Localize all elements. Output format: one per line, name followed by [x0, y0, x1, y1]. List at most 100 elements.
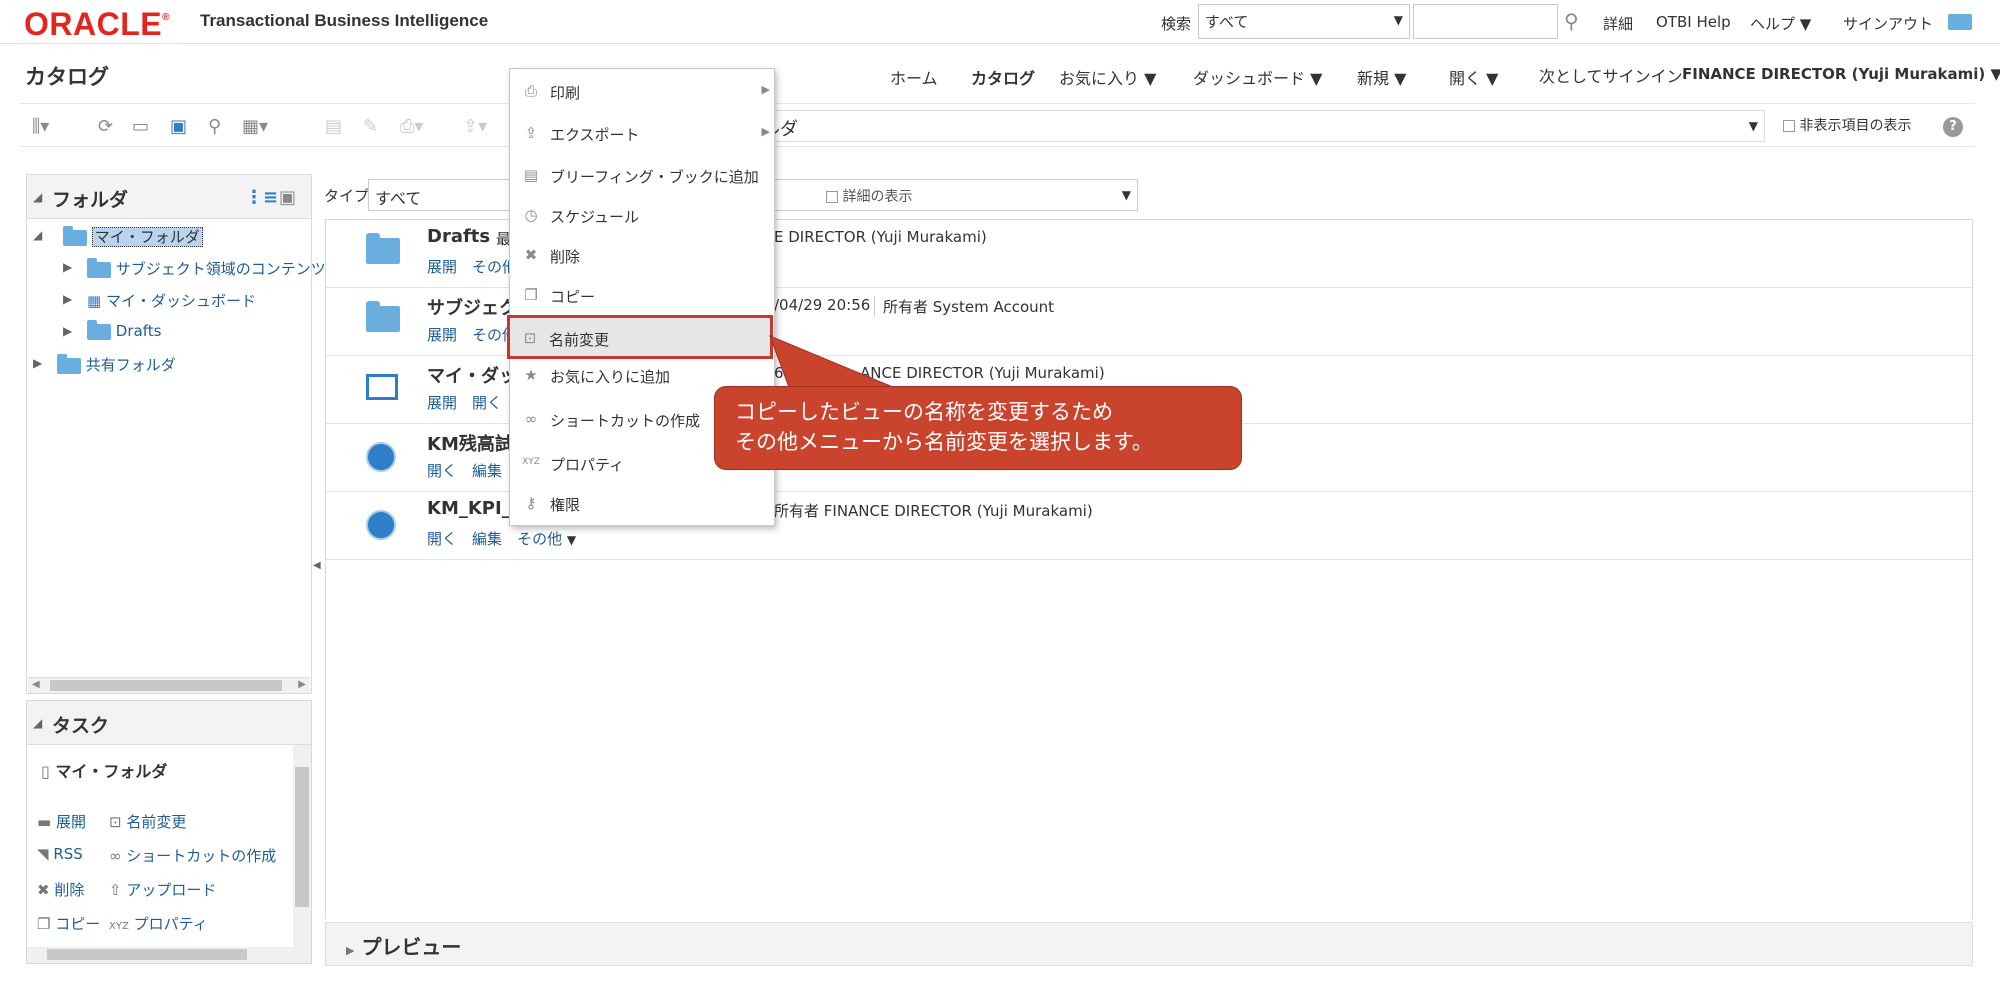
expand-icon[interactable]: ▶: [63, 292, 72, 306]
show-details-checkbox[interactable]: 詳細の表示: [826, 186, 912, 206]
expand-icon[interactable]: ▶: [346, 944, 354, 957]
folders-scrollbar[interactable]: ◀ ▶: [28, 677, 310, 693]
table-view-icon[interactable]: ▦▾: [242, 116, 268, 137]
checkbox-icon[interactable]: [1783, 120, 1795, 132]
signout-link[interactable]: サインアウト: [1843, 13, 1933, 34]
nav-dashboard[interactable]: ダッシュボード ▼: [1193, 65, 1322, 89]
search-input[interactable]: [1413, 4, 1558, 39]
find-icon[interactable]: ⚲: [208, 116, 221, 137]
menu-item-rename[interactable]: ⊡ 名前変更: [507, 315, 773, 359]
scroll-thumb[interactable]: [295, 767, 309, 907]
analysis-icon: [366, 442, 396, 472]
menu-item-permissions[interactable]: ⚷ 権限: [510, 485, 774, 521]
rename-icon: ⊡: [523, 329, 537, 347]
expand-link[interactable]: 展開: [427, 326, 457, 344]
expand-icon[interactable]: ▶: [63, 260, 72, 274]
dashboard-icon: ▦: [87, 292, 102, 310]
collapse-icon[interactable]: ◢: [33, 228, 42, 242]
menu-item-schedule[interactable]: ◷ スケジュール: [510, 197, 774, 233]
menu-item-delete[interactable]: ✖ 削除: [510, 237, 774, 273]
show-hidden-checkbox[interactable]: 非表示項目の表示: [1783, 115, 1911, 135]
checkbox-icon[interactable]: [826, 191, 838, 203]
new-folder-icon[interactable]: ▣: [279, 187, 296, 208]
open-link[interactable]: 開く: [427, 462, 457, 480]
tree-item-subject-area[interactable]: サブジェクト領域のコンテンツ: [87, 257, 326, 279]
task-expand[interactable]: ▬ 展開: [37, 811, 86, 832]
task-label: 展開: [55, 813, 86, 831]
scroll-left-icon[interactable]: ◀: [32, 679, 40, 690]
path-select[interactable]: ルダ ▼: [755, 110, 1765, 142]
menu-item-add-to-briefing-book[interactable]: ▤ ブリーフィング・ブックに追加: [510, 157, 774, 193]
tasks-vertical-scrollbar[interactable]: [293, 745, 311, 963]
collapse-icon[interactable]: ◢: [33, 190, 42, 204]
task-create-shortcut[interactable]: ∞ ショートカットの作成: [109, 845, 276, 866]
tree-item-my-folders[interactable]: マイ・フォルダ: [63, 225, 203, 247]
expand-icon[interactable]: ▶: [33, 356, 42, 370]
menu-item-print[interactable]: ⎙ 印刷 ▶: [510, 73, 774, 109]
search-scope-select[interactable]: すべて ▼: [1198, 4, 1410, 39]
tasks-panel: ◢ タスク ▯ マイ・フォルダ ▬ 展開 ⊡ 名前変更 ◥ RSS ∞ ショート…: [26, 700, 312, 964]
menu-label: ブリーフィング・ブックに追加: [550, 168, 759, 186]
menu-item-export[interactable]: ⇪ エクスポート ▶: [510, 115, 774, 151]
accessibility-icon[interactable]: [1948, 14, 1972, 30]
nav-open[interactable]: 開く ▼: [1449, 65, 1498, 89]
expand-link[interactable]: 展開: [427, 394, 457, 412]
tree-item-drafts[interactable]: Drafts: [87, 319, 161, 340]
open-link[interactable]: 開く: [472, 394, 502, 412]
collapse-panel-icon[interactable]: ◀: [313, 560, 321, 571]
preview-panel[interactable]: ▶ プレビュー: [325, 922, 1973, 966]
refresh-icon[interactable]: ⟳: [98, 116, 113, 137]
edit-link[interactable]: 編集: [472, 462, 502, 480]
archive-icon[interactable]: ▤: [325, 116, 342, 137]
export-icon[interactable]: ⇪▾: [463, 116, 487, 137]
expand-link[interactable]: 展開: [427, 258, 457, 276]
task-selected-label: マイ・フォルダ: [55, 762, 168, 781]
new-folder-icon[interactable]: ▭: [132, 116, 149, 137]
nav-catalog[interactable]: カタログ: [971, 65, 1035, 89]
menu-label: 削除: [550, 248, 581, 266]
scroll-thumb[interactable]: [47, 949, 247, 960]
otbi-help-link[interactable]: OTBI Help: [1656, 13, 1731, 31]
more-link[interactable]: その他: [517, 530, 562, 548]
tree-item-shared-folders[interactable]: 共有フォルダ: [57, 353, 176, 375]
scroll-thumb[interactable]: [50, 680, 282, 691]
task-properties[interactable]: XYZ プロパティ: [109, 913, 208, 934]
item-title[interactable]: KM_KPI_I: [427, 498, 517, 519]
chevron-down-icon[interactable]: ▼: [567, 533, 576, 547]
task-copy[interactable]: ❐ コピー: [37, 913, 100, 934]
print-icon[interactable]: ⎙▾: [400, 116, 423, 137]
view-options-icon[interactable]: ⫼▾: [32, 116, 49, 137]
expand-icon[interactable]: ▶: [63, 324, 72, 338]
item-title[interactable]: マイ・ダッ: [427, 362, 517, 388]
item-title[interactable]: KM残高試: [427, 430, 513, 456]
nav-new[interactable]: 新規 ▼: [1357, 65, 1406, 89]
tree-label: サブジェクト領域のコンテンツ: [115, 260, 326, 278]
task-rss[interactable]: ◥ RSS: [37, 845, 83, 863]
type-value: すべて: [375, 189, 422, 208]
tree-item-my-dashboard[interactable]: ▦ マイ・ダッシュボード: [87, 290, 256, 311]
details-link[interactable]: 詳細: [1603, 13, 1633, 34]
scroll-right-icon[interactable]: ▶: [298, 679, 306, 690]
tree-view-icon[interactable]: ⋮≡: [245, 187, 278, 208]
menu-item-copy[interactable]: ❐ コピー: [510, 277, 774, 313]
nav-home[interactable]: ホーム: [890, 65, 938, 89]
signin-as-label: 次としてサインイン: [1539, 67, 1683, 86]
export-icon: ⇪: [524, 124, 538, 142]
task-delete[interactable]: ✖ 削除: [37, 879, 84, 900]
folder-open-icon: ▬: [37, 813, 52, 831]
open-link[interactable]: 開く: [427, 530, 457, 548]
nav-favorites[interactable]: お気に入り ▼: [1059, 65, 1156, 89]
edit-icon[interactable]: ✎: [363, 116, 378, 137]
paste-icon[interactable]: ▣: [170, 116, 187, 137]
task-upload[interactable]: ⇧ アップロード: [109, 879, 216, 900]
task-rename[interactable]: ⊡ 名前変更: [109, 811, 186, 832]
help-menu[interactable]: ヘルプ ▼: [1750, 13, 1811, 34]
item-title[interactable]: サブジェク: [427, 294, 517, 320]
collapse-icon[interactable]: ◢: [33, 716, 42, 730]
user-menu[interactable]: FINANCE DIRECTOR (Yuji Murakami) ▼: [1682, 65, 2000, 83]
edit-link[interactable]: 編集: [472, 530, 502, 548]
search-icon[interactable]: ⚲: [1564, 9, 1579, 33]
item-title[interactable]: Drafts: [427, 226, 490, 247]
help-icon[interactable]: ?: [1943, 117, 1963, 137]
tasks-horizontal-scrollbar[interactable]: [27, 947, 293, 963]
